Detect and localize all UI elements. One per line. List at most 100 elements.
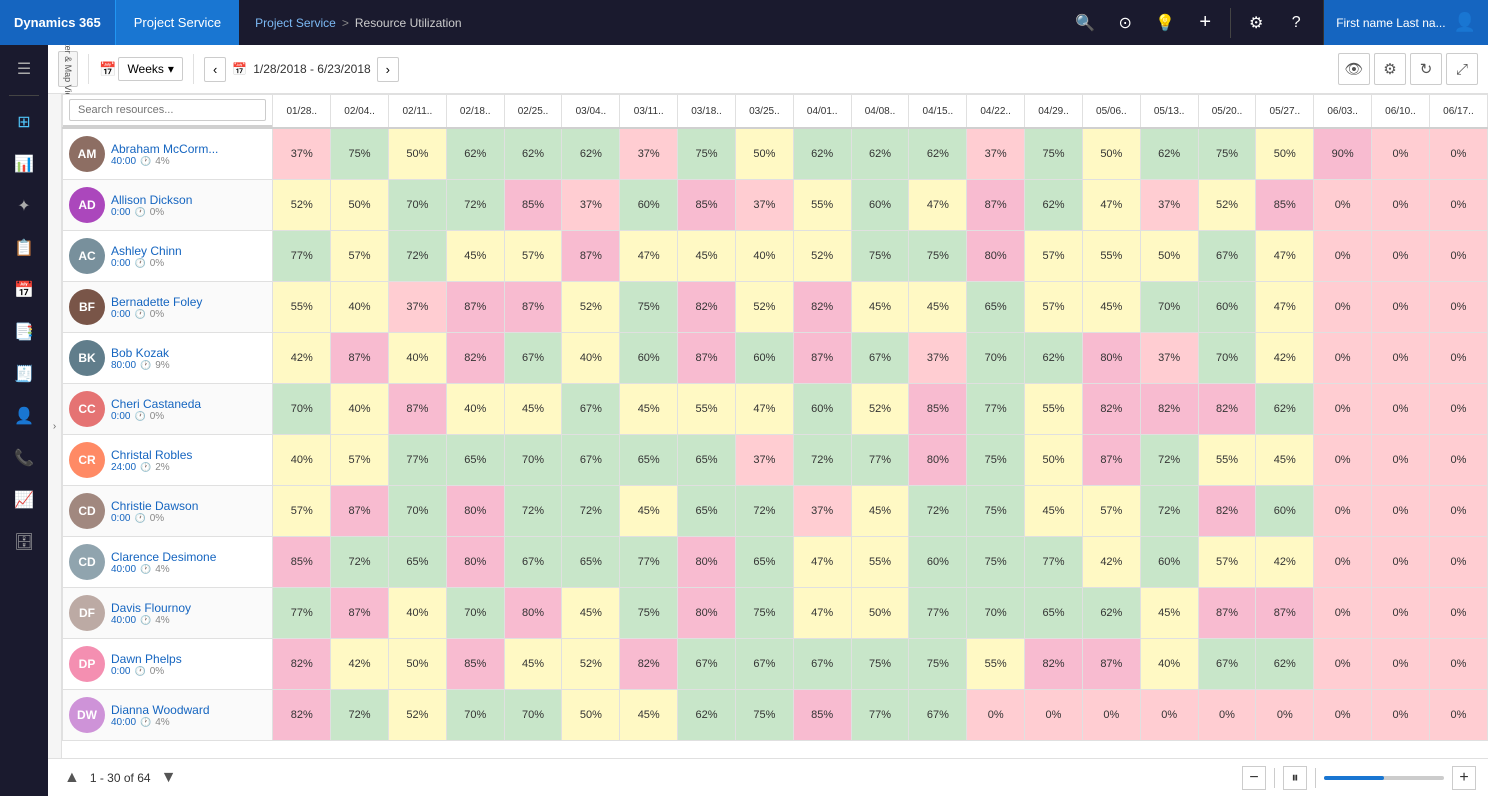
- pct-cell[interactable]: 0%: [1429, 384, 1487, 435]
- pct-cell[interactable]: 72%: [331, 537, 389, 588]
- pct-cell[interactable]: 42%: [1256, 333, 1314, 384]
- resource-cell-9[interactable]: DFDavis Flournoy40:00 🕐 4%: [63, 588, 273, 639]
- pct-cell[interactable]: 42%: [331, 639, 389, 690]
- search-nav-button[interactable]: 🔍: [1066, 0, 1104, 45]
- pct-cell[interactable]: 45%: [620, 384, 678, 435]
- pct-cell[interactable]: 55%: [793, 180, 851, 231]
- pct-cell[interactable]: 45%: [562, 588, 620, 639]
- pct-cell[interactable]: 0%: [1314, 690, 1372, 741]
- pct-cell[interactable]: 40%: [331, 282, 389, 333]
- pct-cell[interactable]: 45%: [909, 282, 967, 333]
- pct-cell[interactable]: 67%: [735, 639, 793, 690]
- pct-cell[interactable]: 72%: [735, 486, 793, 537]
- pct-cell[interactable]: 67%: [1198, 639, 1256, 690]
- pct-cell[interactable]: 72%: [562, 486, 620, 537]
- pct-cell[interactable]: 60%: [1140, 537, 1198, 588]
- pct-cell[interactable]: 87%: [967, 180, 1025, 231]
- pct-cell[interactable]: 75%: [620, 588, 678, 639]
- pct-cell[interactable]: 87%: [388, 384, 446, 435]
- pct-cell[interactable]: 47%: [1256, 282, 1314, 333]
- pct-cell[interactable]: 0%: [1429, 639, 1487, 690]
- pct-cell[interactable]: 72%: [1140, 486, 1198, 537]
- pct-cell[interactable]: 65%: [388, 537, 446, 588]
- pct-cell[interactable]: 82%: [678, 282, 736, 333]
- pct-cell[interactable]: 62%: [793, 128, 851, 180]
- pct-cell[interactable]: 62%: [1082, 588, 1140, 639]
- pct-cell[interactable]: 40%: [331, 384, 389, 435]
- sidebar-tasks[interactable]: 📋: [4, 228, 44, 268]
- pct-cell[interactable]: 0%: [1256, 690, 1314, 741]
- pct-cell[interactable]: 87%: [1256, 588, 1314, 639]
- pct-cell[interactable]: 0%: [1314, 435, 1372, 486]
- pct-cell[interactable]: 62%: [1256, 639, 1314, 690]
- pct-cell[interactable]: 65%: [967, 282, 1025, 333]
- pct-cell[interactable]: 0%: [1429, 231, 1487, 282]
- pct-cell[interactable]: 75%: [1198, 128, 1256, 180]
- pct-cell[interactable]: 52%: [388, 690, 446, 741]
- pct-cell[interactable]: 45%: [504, 639, 562, 690]
- pct-cell[interactable]: 50%: [388, 639, 446, 690]
- pause-button[interactable]: ⏸: [1283, 766, 1307, 790]
- pct-cell[interactable]: 42%: [1256, 537, 1314, 588]
- sidebar-hamburger[interactable]: ☰: [4, 49, 44, 89]
- pct-cell[interactable]: 80%: [446, 486, 504, 537]
- pct-cell[interactable]: 42%: [273, 333, 331, 384]
- pct-cell[interactable]: 0%: [1314, 333, 1372, 384]
- pct-cell[interactable]: 0%: [1372, 690, 1430, 741]
- pct-cell[interactable]: 45%: [1140, 588, 1198, 639]
- pct-cell[interactable]: 85%: [504, 180, 562, 231]
- pct-cell[interactable]: 45%: [620, 486, 678, 537]
- pct-cell[interactable]: 0%: [1429, 435, 1487, 486]
- pct-cell[interactable]: 0%: [1082, 690, 1140, 741]
- pct-cell[interactable]: 67%: [793, 639, 851, 690]
- pct-cell[interactable]: 57%: [1082, 486, 1140, 537]
- pct-cell[interactable]: 77%: [851, 435, 909, 486]
- pct-cell[interactable]: 70%: [273, 384, 331, 435]
- pct-cell[interactable]: 82%: [1198, 384, 1256, 435]
- pct-cell[interactable]: 67%: [562, 384, 620, 435]
- pct-cell[interactable]: 0%: [1429, 282, 1487, 333]
- pct-cell[interactable]: 0%: [1372, 128, 1430, 180]
- left-panel-toggle[interactable]: ›: [48, 94, 62, 758]
- pct-cell[interactable]: 57%: [1025, 231, 1083, 282]
- pct-cell[interactable]: 82%: [1025, 639, 1083, 690]
- pct-cell[interactable]: 45%: [1025, 486, 1083, 537]
- pct-cell[interactable]: 80%: [909, 435, 967, 486]
- pct-cell[interactable]: 0%: [1429, 486, 1487, 537]
- sidebar-data[interactable]: 🗄: [4, 522, 44, 562]
- resource-cell-7[interactable]: CDChristie Dawson0:00 🕐 0%: [63, 486, 273, 537]
- pct-cell[interactable]: 57%: [1198, 537, 1256, 588]
- pct-cell[interactable]: 82%: [1198, 486, 1256, 537]
- breadcrumb-app[interactable]: Project Service: [255, 16, 336, 30]
- resource-cell-11[interactable]: DWDianna Woodward40:00 🕐 4%: [63, 690, 273, 741]
- pct-cell[interactable]: 52%: [793, 231, 851, 282]
- pct-cell[interactable]: 37%: [735, 180, 793, 231]
- pagination-next-button[interactable]: ▼: [157, 767, 181, 789]
- pct-cell[interactable]: 87%: [1198, 588, 1256, 639]
- pct-cell[interactable]: 82%: [273, 690, 331, 741]
- sidebar-projects[interactable]: ✦: [4, 186, 44, 226]
- pct-cell[interactable]: 0%: [1314, 588, 1372, 639]
- sidebar-reports[interactable]: 📑: [4, 312, 44, 352]
- pct-cell[interactable]: 0%: [1429, 333, 1487, 384]
- pct-cell[interactable]: 0%: [1198, 690, 1256, 741]
- pct-cell[interactable]: 55%: [1198, 435, 1256, 486]
- pct-cell[interactable]: 0%: [1314, 537, 1372, 588]
- pct-cell[interactable]: 65%: [678, 486, 736, 537]
- resource-name[interactable]: Dianna Woodward: [111, 703, 266, 717]
- zoom-out-button[interactable]: −: [1242, 766, 1266, 790]
- pct-cell[interactable]: 82%: [793, 282, 851, 333]
- zoom-slider[interactable]: [1324, 776, 1444, 780]
- pct-cell[interactable]: 40%: [562, 333, 620, 384]
- pct-cell[interactable]: 70%: [388, 180, 446, 231]
- pct-cell[interactable]: 75%: [331, 128, 389, 180]
- pct-cell[interactable]: 0%: [1025, 690, 1083, 741]
- pct-cell[interactable]: 37%: [909, 333, 967, 384]
- pct-cell[interactable]: 40%: [1140, 639, 1198, 690]
- pct-cell[interactable]: 0%: [1314, 384, 1372, 435]
- resource-name[interactable]: Davis Flournoy: [111, 601, 266, 615]
- pct-cell[interactable]: 82%: [1140, 384, 1198, 435]
- pct-cell[interactable]: 87%: [678, 333, 736, 384]
- pct-cell[interactable]: 70%: [446, 690, 504, 741]
- pct-cell[interactable]: 62%: [1140, 128, 1198, 180]
